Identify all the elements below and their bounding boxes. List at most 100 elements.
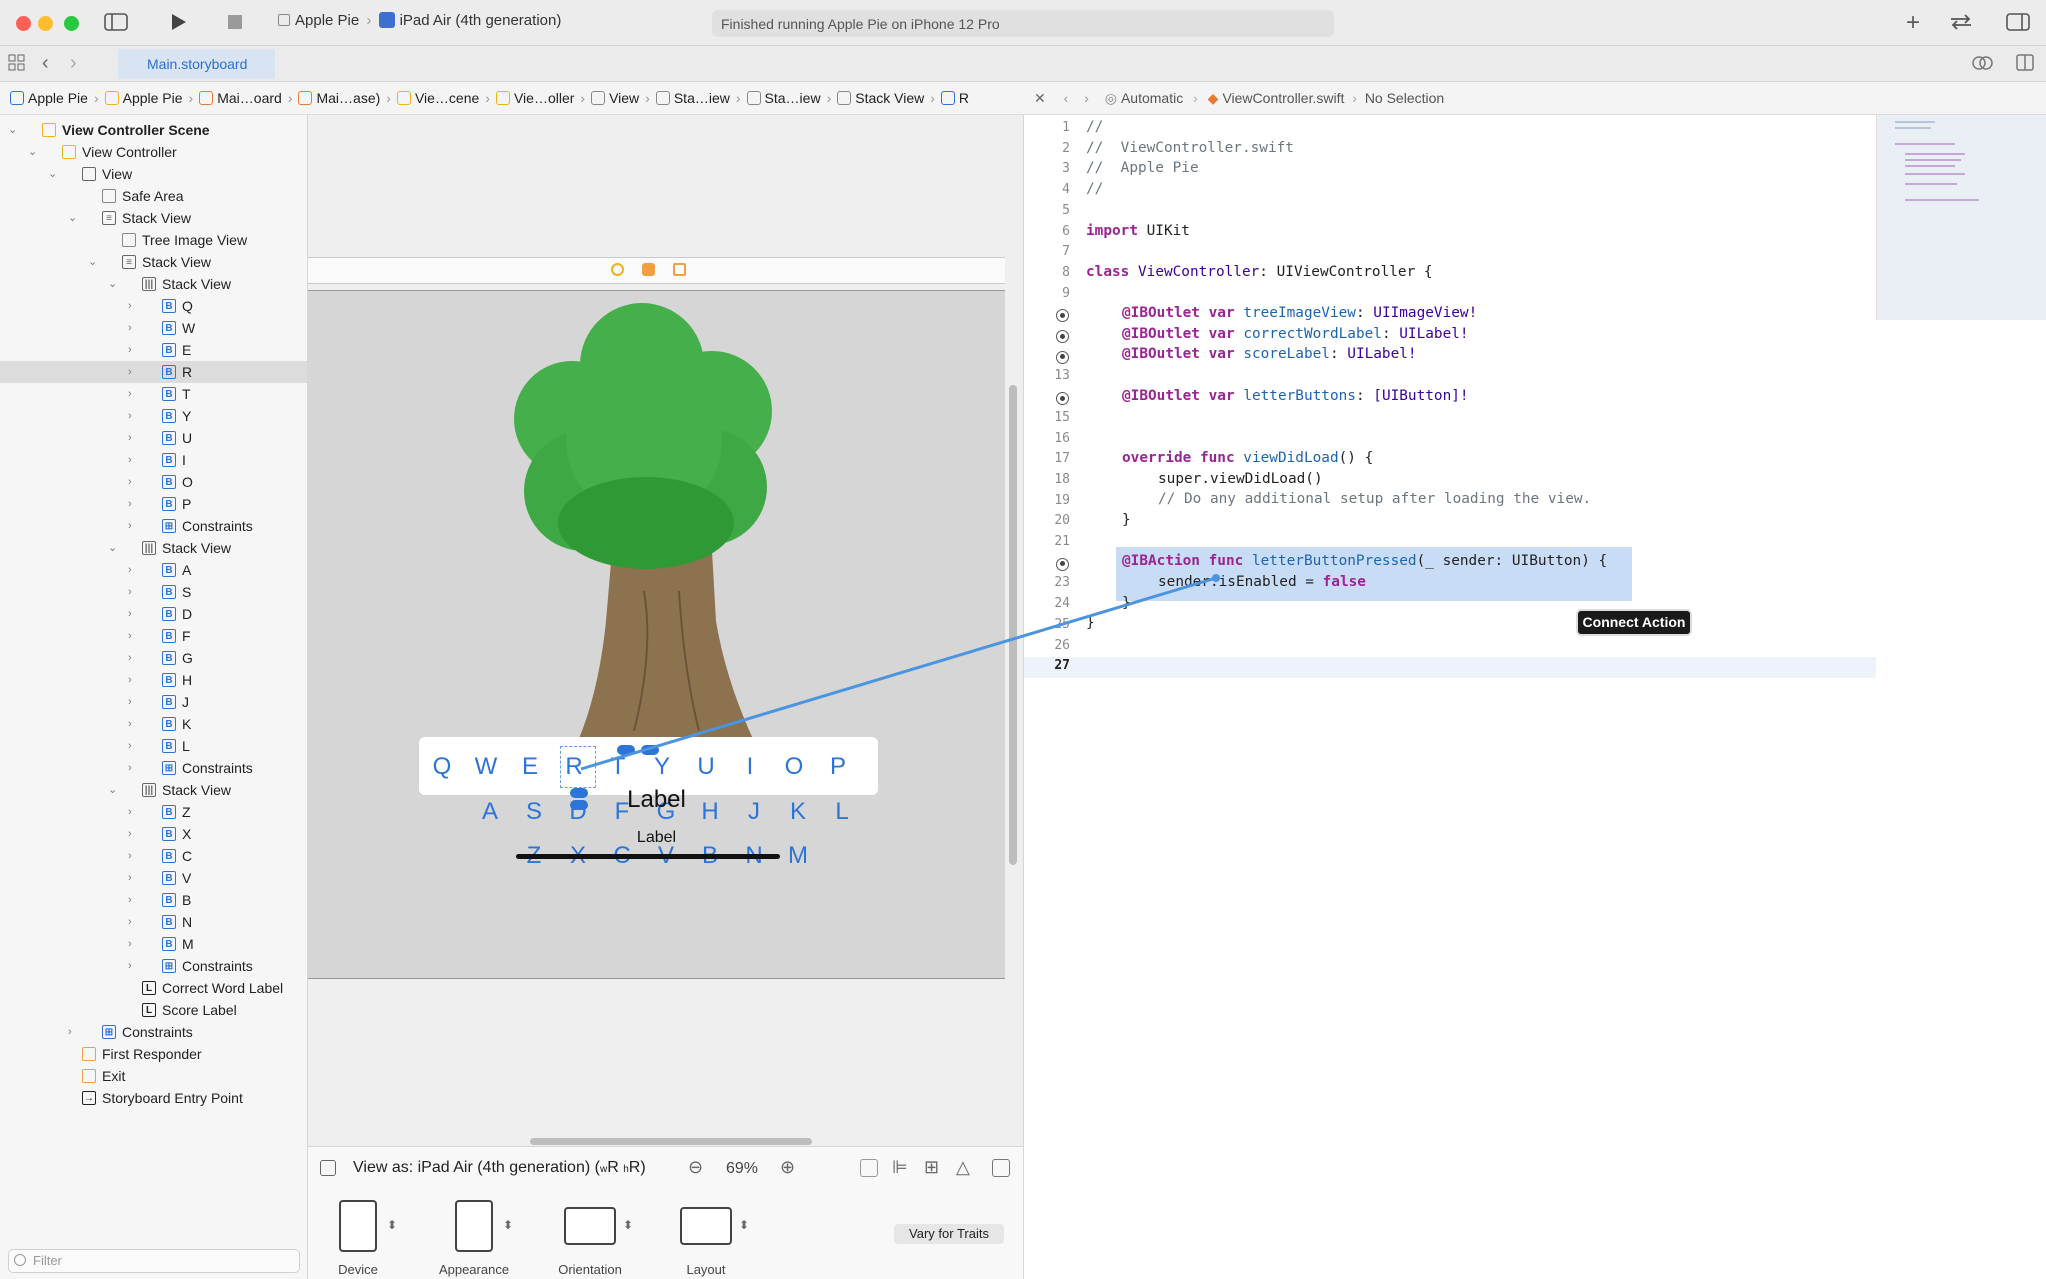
- score-label[interactable]: Label: [308, 829, 1005, 847]
- disclosure-open-icon[interactable]: ⌄: [108, 537, 117, 559]
- breadcrumb-item[interactable]: Sta…iew: [655, 90, 730, 106]
- outline-row[interactable]: › B I: [0, 449, 307, 471]
- outline-row[interactable]: › B B: [0, 889, 307, 911]
- back-icon[interactable]: ‹: [42, 52, 49, 74]
- update-frames-icon[interactable]: [860, 1159, 878, 1177]
- disclosure-closed-icon[interactable]: ›: [128, 383, 132, 405]
- embed-in-icon[interactable]: [992, 1159, 1010, 1177]
- view-controller-dock-icon[interactable]: [611, 263, 624, 276]
- outline-row[interactable]: › B O: [0, 471, 307, 493]
- outline-row[interactable]: › B W: [0, 317, 307, 339]
- outline-row[interactable]: › ⊞ Constraints: [0, 955, 307, 977]
- close-window-button[interactable]: [16, 16, 31, 31]
- navigator-toggle-icon[interactable]: [104, 12, 128, 37]
- breadcrumb-item[interactable]: Stack View: [837, 90, 924, 106]
- assistant-mode[interactable]: Automatic: [1121, 90, 1183, 106]
- disclosure-closed-icon[interactable]: ›: [128, 603, 132, 625]
- disclosure-closed-icon[interactable]: ›: [128, 449, 132, 471]
- code-editor[interactable]: 1 2 3 4 5 6 7 8 9 13 15 16 17 18 19 20 21 23 24 25 26 27 // /…: [1024, 115, 2046, 1279]
- outline-row[interactable]: › B P: [0, 493, 307, 515]
- outline-row[interactable]: › B F: [0, 625, 307, 647]
- disclosure-open-icon[interactable]: ⌄: [48, 163, 57, 185]
- disclosure-closed-icon[interactable]: ›: [128, 647, 132, 669]
- back-icon[interactable]: ‹: [1064, 90, 1069, 106]
- outline-row[interactable]: › B D: [0, 603, 307, 625]
- disclosure-closed-icon[interactable]: ›: [128, 911, 132, 933]
- letter-button[interactable]: T: [598, 753, 638, 781]
- disclosure-closed-icon[interactable]: ›: [128, 735, 132, 757]
- toggle-outline-icon[interactable]: [320, 1160, 336, 1176]
- outline-row[interactable]: ⌄ View Controller Scene: [0, 119, 307, 141]
- breadcrumb-item[interactable]: Vie…cene: [396, 90, 479, 106]
- stop-button[interactable]: [225, 12, 245, 37]
- disclosure-closed-icon[interactable]: ›: [128, 713, 132, 735]
- zoom-out-icon[interactable]: ⊖: [688, 1157, 703, 1178]
- letter-button[interactable]: O: [774, 753, 814, 781]
- outline-row[interactable]: Tree Image View: [0, 229, 307, 251]
- disclosure-open-icon[interactable]: ⌄: [8, 119, 17, 141]
- outline-row[interactable]: › B L: [0, 735, 307, 757]
- connection-dot-icon[interactable]: [1056, 392, 1069, 406]
- tab-main-storyboard[interactable]: Main.storyboard: [118, 49, 275, 79]
- close-editor-icon[interactable]: ✕: [1034, 90, 1046, 106]
- scheme-selector[interactable]: Apple Pie › iPad Air (4th generation): [278, 12, 561, 29]
- outline-row[interactable]: L Score Label: [0, 999, 307, 1021]
- outline-row[interactable]: Exit: [0, 1065, 307, 1087]
- orientation-trait[interactable]: ⬍ Orientation: [540, 1200, 640, 1277]
- letter-button[interactable]: W: [466, 753, 506, 781]
- correct-word-label[interactable]: Label: [308, 786, 1005, 814]
- outline-row[interactable]: ⌄ ≡ Stack View: [0, 251, 307, 273]
- outline-row[interactable]: › B J: [0, 691, 307, 713]
- filter-input[interactable]: Filter: [8, 1249, 300, 1273]
- outline-row[interactable]: › B N: [0, 911, 307, 933]
- vary-for-traits-button[interactable]: Vary for Traits: [894, 1224, 1004, 1244]
- outline-row[interactable]: › ⊞ Constraints: [0, 1021, 307, 1043]
- tree-image-view[interactable]: [494, 291, 794, 741]
- disclosure-open-icon[interactable]: ⌄: [108, 273, 117, 295]
- letter-button[interactable]: E: [510, 753, 550, 781]
- outline-row[interactable]: › B Y: [0, 405, 307, 427]
- letter-button[interactable]: P: [818, 753, 858, 781]
- run-button[interactable]: [168, 12, 188, 37]
- disclosure-closed-icon[interactable]: ›: [128, 361, 132, 383]
- connection-dot-icon[interactable]: [1056, 330, 1069, 343]
- breadcrumb-item[interactable]: Apple Pie: [10, 90, 88, 106]
- breadcrumb-item[interactable]: Apple Pie: [104, 90, 183, 106]
- disclosure-open-icon[interactable]: ⌄: [88, 251, 97, 273]
- outline-row[interactable]: ⌄ View Controller: [0, 141, 307, 163]
- breadcrumb-item[interactable]: R: [940, 90, 969, 106]
- forward-icon[interactable]: ›: [1084, 90, 1089, 106]
- outline-row[interactable]: › B K: [0, 713, 307, 735]
- connection-dot-icon[interactable]: [1056, 309, 1069, 323]
- breadcrumb-item[interactable]: View: [591, 90, 639, 106]
- disclosure-closed-icon[interactable]: ›: [128, 867, 132, 889]
- outline-row[interactable]: › B H: [0, 669, 307, 691]
- disclosure-closed-icon[interactable]: ›: [128, 295, 132, 317]
- outline-row[interactable]: › B V: [0, 867, 307, 889]
- connection-dot-icon[interactable]: [1056, 350, 1069, 364]
- code-review-icon[interactable]: [1948, 12, 1974, 37]
- appearance-trait[interactable]: ⬍ Appearance: [424, 1200, 524, 1277]
- adjust-editor-icon[interactable]: [1972, 54, 1994, 77]
- outline-row[interactable]: › B T: [0, 383, 307, 405]
- disclosure-closed-icon[interactable]: ›: [128, 581, 132, 603]
- disclosure-closed-icon[interactable]: ›: [128, 405, 132, 427]
- disclosure-open-icon[interactable]: ⌄: [68, 207, 77, 229]
- canvas-vertical-scrollbar[interactable]: [1009, 385, 1017, 865]
- outline-row[interactable]: ⌄ ||| Stack View: [0, 537, 307, 559]
- disclosure-closed-icon[interactable]: ›: [128, 955, 132, 977]
- resolve-issues-icon[interactable]: △: [956, 1157, 970, 1178]
- disclosure-closed-icon[interactable]: ›: [128, 823, 132, 845]
- breadcrumb-item[interactable]: Mai…oard: [199, 90, 282, 106]
- outline-row[interactable]: › B C: [0, 845, 307, 867]
- disclosure-closed-icon[interactable]: ›: [128, 493, 132, 515]
- outline-row[interactable]: › B Q: [0, 295, 307, 317]
- disclosure-closed-icon[interactable]: ›: [128, 801, 132, 823]
- add-library-icon[interactable]: +: [1906, 11, 1920, 35]
- forward-icon[interactable]: ›: [70, 52, 77, 74]
- outline-row[interactable]: L Correct Word Label: [0, 977, 307, 999]
- letter-button[interactable]: U: [686, 753, 726, 781]
- outline-row[interactable]: › B U: [0, 427, 307, 449]
- zoom-window-button[interactable]: [64, 16, 79, 31]
- disclosure-closed-icon[interactable]: ›: [128, 933, 132, 955]
